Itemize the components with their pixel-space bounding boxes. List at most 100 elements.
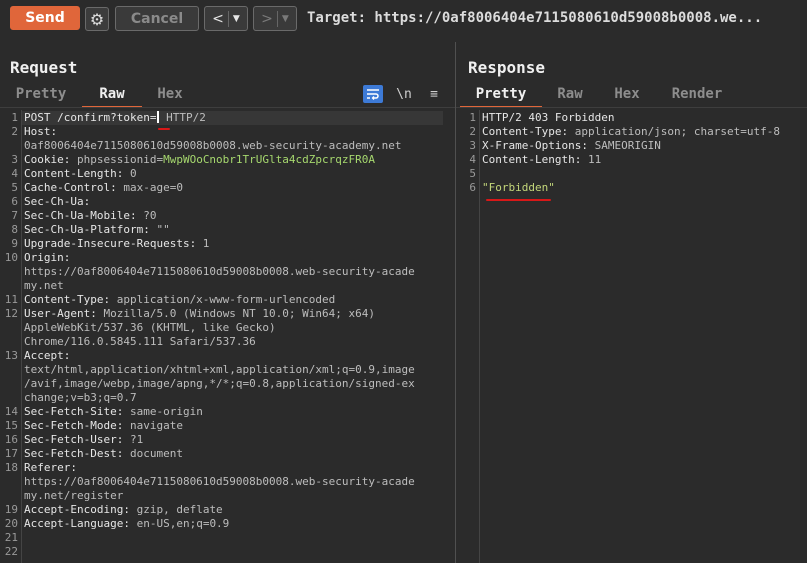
header-name: Accept-Encoding: bbox=[24, 503, 130, 516]
tab-hex[interactable]: Hex bbox=[598, 84, 656, 106]
line-number: 2 bbox=[11, 125, 18, 138]
code-line: /avif,image/webp,image/apng,*/*;q=0.8,ap… bbox=[24, 377, 415, 390]
line-number: 11 bbox=[4, 293, 18, 306]
header-value: max-age=0 bbox=[116, 181, 183, 194]
code-line: Content-Type: application/json; charset=… bbox=[482, 125, 780, 138]
code-line: Sec-Fetch-User: ?1 bbox=[24, 433, 143, 446]
code-line: change;v=b3;q=0.7 bbox=[24, 391, 137, 404]
header-name: Referer: bbox=[24, 461, 77, 474]
code-line: Cookie: phpsessionid=MwpWOoCnobr1TrUGlta… bbox=[24, 153, 375, 166]
line-number: 3 bbox=[469, 139, 476, 152]
line-number: 21 bbox=[4, 531, 18, 544]
line-number: 1 bbox=[469, 111, 476, 124]
code-line: Sec-Ch-Ua: bbox=[24, 195, 90, 208]
code-line: User-Agent: Mozilla/5.0 (Windows NT 10.0… bbox=[24, 307, 375, 320]
header-value: my.net/register bbox=[24, 489, 124, 502]
code-line: "Forbidden" bbox=[482, 181, 555, 194]
line-number: 5 bbox=[11, 181, 18, 194]
code-line: my.net/register bbox=[24, 489, 123, 502]
chevron-down-icon[interactable]: ▼ bbox=[282, 14, 289, 24]
header-name: Sec-Fetch-Mode: bbox=[24, 419, 124, 432]
tab-hex[interactable]: Hex bbox=[142, 84, 198, 106]
line-number: 1 bbox=[11, 111, 18, 124]
code-line: my.net bbox=[24, 279, 64, 292]
request-title: Request bbox=[10, 58, 78, 77]
header-name: Origin: bbox=[24, 251, 71, 264]
header-name: Content-Length: bbox=[24, 167, 124, 180]
code-line: text/html,application/xhtml+xml,applicat… bbox=[24, 363, 415, 376]
menu-icon[interactable]: ≡ bbox=[424, 85, 444, 103]
request-editor[interactable]: 1 POST /confirm?token= HTTP/2 2 Host: 0af800… bbox=[0, 110, 455, 563]
tab-raw[interactable]: Raw bbox=[82, 84, 142, 108]
request-tabs: Pretty Raw Hex bbox=[0, 84, 455, 108]
code-line: Accept-Language: en-US,en;q=0.9 bbox=[24, 517, 229, 530]
line-number: 9 bbox=[11, 237, 18, 250]
send-button[interactable]: Send bbox=[10, 6, 80, 30]
header-value: navigate bbox=[123, 419, 183, 432]
code-line: Host: bbox=[24, 125, 57, 138]
header-value: Chrome/116.0.5845.111 Safari/537.36 bbox=[24, 335, 256, 348]
line-number: 2 bbox=[469, 125, 476, 138]
separator bbox=[227, 10, 229, 27]
line-number: 3 bbox=[11, 153, 18, 166]
header-name: HTTP/2 403 Forbidden bbox=[482, 111, 615, 124]
line-number: 7 bbox=[11, 209, 18, 222]
header-value: gzip, deflate bbox=[129, 503, 223, 516]
header-value: application/json; charset=utf-8 bbox=[568, 125, 781, 138]
word-wrap-icon[interactable] bbox=[363, 85, 383, 103]
header-value: my.net bbox=[24, 279, 64, 292]
response-editor[interactable]: 1 HTTP/2 403 Forbidden 2 Content-Type: appl… bbox=[458, 110, 807, 563]
header-value: document bbox=[123, 447, 183, 460]
code-line: HTTP/2 403 Forbidden bbox=[482, 111, 614, 124]
code-line: Chrome/116.0.5845.111 Safari/537.36 bbox=[24, 335, 256, 348]
tab-pretty[interactable]: Pretty bbox=[460, 84, 542, 108]
panel-divider[interactable] bbox=[455, 42, 456, 563]
code-line: Sec-Ch-Ua-Platform: "" bbox=[24, 223, 170, 236]
header-value: ?0 bbox=[136, 209, 157, 222]
previous-request-button[interactable]: < ▼ bbox=[204, 6, 248, 31]
header-name: User-Agent: bbox=[24, 307, 97, 320]
header-name: Sec-Fetch-Dest: bbox=[24, 447, 124, 460]
tab-pretty[interactable]: Pretty bbox=[8, 84, 74, 106]
header-value: https://0af8006404e7115080610d59008b0008… bbox=[24, 475, 415, 488]
next-request-button[interactable]: > ▼ bbox=[253, 6, 297, 31]
tab-underline bbox=[456, 107, 807, 108]
json-string: "Forbidden" bbox=[482, 181, 555, 194]
header-value: /avif,image/webp,image/apng,*/*;q=0.8,ap… bbox=[24, 377, 415, 390]
tab-raw[interactable]: Raw bbox=[542, 84, 598, 106]
line-number: 15 bbox=[4, 419, 18, 432]
line-number: 19 bbox=[4, 503, 18, 516]
header-name: Accept-Language: bbox=[24, 517, 130, 530]
header-name: POST /confirm?token= bbox=[24, 111, 157, 124]
header-name: Content-Type: bbox=[24, 293, 111, 306]
header-name: Content-Length: bbox=[482, 153, 582, 166]
line-number: 22 bbox=[4, 545, 18, 558]
code-line: AppleWebKit/537.36 (KHTML, like Gecko) bbox=[24, 321, 276, 334]
settings-gear-icon[interactable]: ⚙ bbox=[85, 7, 109, 31]
header-value: phpsessionid= bbox=[76, 153, 164, 166]
newline-toggle-icon[interactable]: \n bbox=[394, 85, 414, 103]
header-value: 1 bbox=[196, 237, 210, 250]
response-tabs: Pretty Raw Hex Render bbox=[456, 84, 807, 108]
tab-render[interactable]: Render bbox=[656, 84, 738, 106]
code-line: https://0af8006404e7115080610d59008b0008… bbox=[24, 475, 415, 488]
header-value: AppleWebKit/537.36 (KHTML, like Gecko) bbox=[24, 321, 276, 334]
header-name: Sec-Ch-Ua-Platform: bbox=[24, 223, 150, 236]
forward-arrow-icon: > bbox=[261, 10, 273, 27]
header-value: en-US,en;q=0.9 bbox=[129, 517, 230, 530]
line-number: 13 bbox=[4, 349, 18, 362]
code-line: Sec-Fetch-Dest: document bbox=[24, 447, 183, 460]
header-value: text/html,application/xhtml+xml,applicat… bbox=[24, 363, 415, 376]
toolbar: Send ⚙ Cancel < ▼ > ▼ Target: https://0a… bbox=[0, 0, 807, 38]
line-number: 4 bbox=[11, 167, 18, 180]
header-value: https://0af8006404e7115080610d59008b0008… bbox=[24, 265, 415, 278]
code-line: Content-Type: application/x-www-form-url… bbox=[24, 293, 335, 306]
line-number: 6 bbox=[469, 181, 476, 194]
chevron-down-icon[interactable]: ▼ bbox=[233, 14, 240, 24]
target-url[interactable]: Target: https://0af8006404e7115080610d59… bbox=[307, 10, 762, 26]
header-value: "" bbox=[149, 223, 170, 236]
cancel-button[interactable]: Cancel bbox=[115, 6, 199, 31]
code-line: Accept: bbox=[24, 349, 70, 362]
code-line: Origin: bbox=[24, 251, 70, 264]
code-line: Upgrade-Insecure-Requests: 1 bbox=[24, 237, 209, 250]
